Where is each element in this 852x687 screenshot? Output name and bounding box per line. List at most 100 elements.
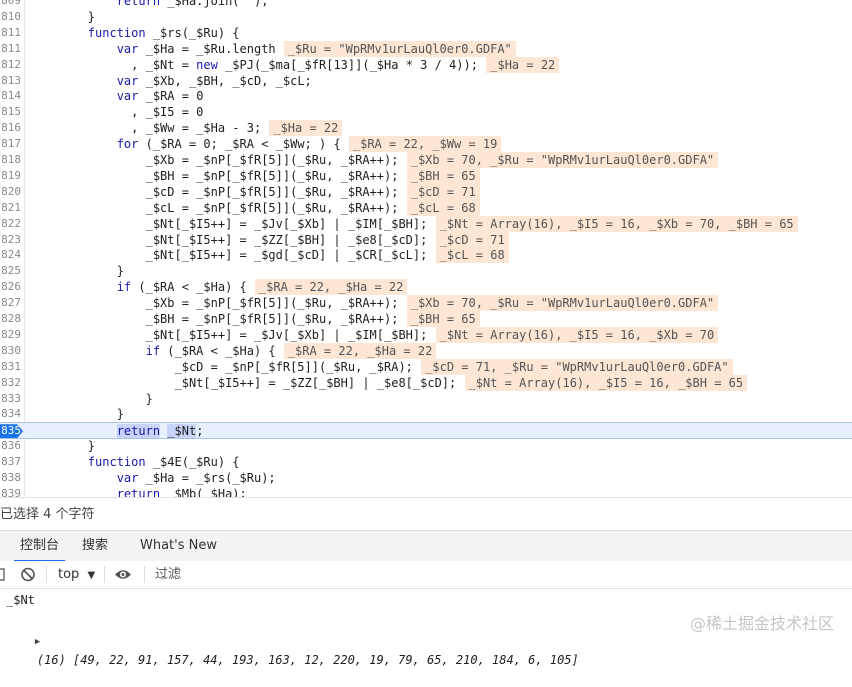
line-number[interactable]: 811 — [0, 25, 21, 41]
line-number[interactable]: 834 — [0, 406, 21, 422]
code-text: for (_$RA = 0; _$RA < _$Ww; ) { — [116, 137, 341, 152]
line-number[interactable]: 813 — [0, 73, 21, 89]
line-number[interactable]: 811 — [0, 41, 21, 57]
inline-value-annotation: _$BH = 65 — [406, 167, 480, 184]
code-line[interactable]: 817 for (_$RA = 0; _$RA < _$Ww; ) { _$RA … — [0, 136, 852, 153]
code-line[interactable]: 809 return _$Ha.join(""); — [0, 0, 852, 9]
code-line[interactable]: 810 } — [0, 9, 852, 25]
code-text: _$cD = _$nP[_$fR[5]](_$Ru, _$RA++); — [30, 184, 399, 199]
code-text: return _$Mb(_$Ha); — [116, 486, 247, 497]
code-line[interactable]: 820 _$cD = _$nP[_$fR[5]](_$Ru, _$RA++); _… — [0, 183, 852, 200]
line-number[interactable]: 829 — [0, 327, 21, 343]
code-line[interactable]: 838 var _$Ha = _$rs(_$Ru); — [0, 470, 852, 486]
code-text: } — [30, 391, 153, 406]
inline-value-annotation: _$Nt = Array(16), _$I5 = 16, _$Xb = 70 — [435, 326, 719, 343]
code-text: _$BH = _$nP[_$fR[5]](_$Ru, _$RA++); — [30, 312, 399, 326]
inline-value-annotation: _$RA = 22, _$Ww = 19 — [348, 136, 502, 153]
line-number[interactable]: 832 — [0, 375, 21, 391]
code-line[interactable]: 839 return _$Mb(_$Ha); — [0, 486, 852, 497]
code-line[interactable]: 811 function _$rs(_$Ru) { — [0, 25, 852, 41]
watermark: @稀土掘金技术社区 — [689, 614, 834, 633]
source-editor[interactable]: 809 return _$Ha.join(""); 810 } 811 functi… — [0, 0, 852, 497]
eye-icon[interactable] — [114, 561, 134, 588]
line-number[interactable]: 836 — [0, 438, 21, 454]
line-number[interactable]: 826 — [0, 279, 21, 295]
code-line[interactable]: 830 if (_$RA < _$Ha) { _$RA = 22, _$Ha = … — [0, 342, 852, 359]
console-input-echo: _$Nt — [6, 593, 35, 607]
code-line[interactable]: 823 _$Nt[_$I5++] = _$ZZ[_$BH] | _$e8[_$c… — [0, 231, 852, 248]
code-text: var _$Ha = _$Ru.length — [116, 41, 276, 56]
line-number[interactable]: 825 — [0, 263, 21, 279]
code-text: , _$I5 = 0 — [30, 105, 204, 120]
tab-whats-new[interactable]: What's New — [140, 531, 217, 561]
console-output-value: (16) [49, 22, 91, 157, 44, 193, 163, 12,… — [36, 653, 579, 667]
line-number[interactable]: 827 — [0, 295, 21, 311]
line-number[interactable]: 809 — [0, 0, 21, 9]
line-number[interactable]: 816 — [0, 120, 21, 136]
code-line[interactable]: 836 } — [0, 438, 852, 454]
code-line[interactable]: 837 function _$4E(_$Ru) { — [0, 454, 852, 470]
code-line[interactable]: 829 _$Nt[_$I5++] = _$Jv[_$Xb] | _$IM[_$B… — [0, 326, 852, 343]
code-text: _$Xb = _$nP[_$fR[5]](_$Ru, _$RA++); — [30, 296, 399, 311]
line-number[interactable]: 821 — [0, 200, 21, 216]
tab-console[interactable]: 控制台 — [13, 531, 66, 562]
line-number[interactable]: 815 — [0, 104, 21, 120]
line-number[interactable]: 833 — [0, 391, 21, 407]
code-line[interactable]: 831 _$cD = _$nP[_$fR[5]](_$Ru, _$RA); _$c… — [0, 358, 852, 375]
sidebar-toggle-icon[interactable] — [0, 561, 6, 588]
code-text: } — [30, 9, 96, 24]
code-line[interactable]: 819 _$BH = _$nP[_$fR[5]](_$Ru, _$RA++); _… — [0, 167, 852, 184]
inline-value-annotation: _$RA = 22, _$Ha = 22 — [283, 342, 437, 359]
clear-console-icon[interactable] — [20, 561, 38, 588]
line-number[interactable]: 839 — [0, 486, 21, 497]
inline-value-annotation: _$cL = 68 — [406, 199, 480, 216]
line-number[interactable]: 817 — [0, 136, 21, 152]
code-line[interactable]: 814 var _$RA = 0 — [0, 88, 852, 104]
code-text: _$Nt[_$I5++] = _$Jv[_$Xb] | _$IM[_$BH]; — [30, 216, 428, 231]
code-text: _$cL = _$nP[_$fR[5]](_$Ru, _$RA++); — [30, 200, 399, 215]
code-line[interactable]: 825 } — [0, 263, 852, 279]
line-number[interactable]: 812 — [0, 57, 21, 73]
line-number[interactable]: 818 — [0, 152, 21, 168]
code-text: _$BH = _$nP[_$fR[5]](_$Ru, _$RA++); — [30, 168, 399, 183]
line-number[interactable]: 828 — [0, 311, 21, 327]
current-line[interactable]: 835 return _$Nt; — [0, 422, 852, 440]
line-number[interactable]: 819 — [0, 168, 21, 184]
line-number[interactable]: 830 — [0, 343, 21, 359]
code-line[interactable]: 818 _$Xb = _$nP[_$fR[5]](_$Ru, _$RA++); _… — [0, 152, 852, 168]
code-line[interactable]: 828 _$BH = _$nP[_$fR[5]](_$Ru, _$RA++); _… — [0, 311, 852, 327]
code-line[interactable]: 822 _$Nt[_$I5++] = _$Jv[_$Xb] | _$IM[_$B… — [0, 215, 852, 232]
line-number[interactable]: 810 — [0, 9, 21, 25]
context-selector[interactable]: top ▼ — [58, 561, 95, 588]
code-line[interactable]: 824 _$Nt[_$I5++] = _$gd[_$cD] | _$CR[_$c… — [0, 247, 852, 264]
line-number[interactable]: 835 — [0, 423, 21, 439]
code-line[interactable]: 816 , _$Ww = _$Ha - 3; _$Ha = 22 — [0, 120, 852, 137]
inline-value-annotation: _$Ha = 22 — [269, 120, 343, 137]
code-line[interactable]: 832 _$Nt[_$I5++] = _$ZZ[_$BH] | _$e8[_$c… — [0, 374, 852, 391]
code-line[interactable]: 827 _$Xb = _$nP[_$fR[5]](_$Ru, _$RA++); _… — [0, 295, 852, 312]
inline-value-annotation: _$Xb = 70, _$Ru = "WpRMv1urLauQl0er0.GDF… — [406, 295, 719, 312]
code-line[interactable]: 812 , _$Nt = new _$PJ(_$ma[_$fR[13]](_$H… — [0, 56, 852, 73]
code-line[interactable]: 811 var _$Ha = _$Ru.length _$Ru = "WpRMv1… — [0, 40, 852, 57]
code-line[interactable]: 834 } — [0, 406, 852, 422]
line-number[interactable]: 824 — [0, 247, 21, 263]
code-line[interactable]: 833 } — [0, 391, 852, 407]
inline-value-annotation: _$Nt = Array(16), _$I5 = 16, _$Xb = 70, … — [435, 215, 798, 232]
code-line[interactable]: 821 _$cL = _$nP[_$fR[5]](_$Ru, _$RA++); _… — [0, 199, 852, 216]
code-text: function _$rs(_$Ru) { — [87, 25, 240, 40]
code-line[interactable]: 826 if (_$RA < _$Ha) {_$RA = 22, _$Ha = … — [0, 279, 852, 296]
expand-arrow-icon[interactable]: ▶ — [35, 637, 40, 647]
code-text: function _$4E(_$Ru) { — [87, 455, 240, 470]
filter-input[interactable]: 过滤 — [155, 561, 181, 588]
line-number[interactable]: 837 — [0, 454, 21, 470]
line-number[interactable]: 831 — [0, 359, 21, 375]
tab-search[interactable]: 搜索 — [82, 531, 108, 561]
line-number[interactable]: 838 — [0, 470, 21, 486]
code-line[interactable]: 815 , _$I5 = 0 — [0, 104, 852, 120]
line-number[interactable]: 823 — [0, 232, 21, 248]
line-number[interactable]: 822 — [0, 216, 21, 232]
code-text: if (_$RA < _$Ha) { — [145, 343, 276, 358]
code-line[interactable]: 813 var _$Xb, _$BH, _$cD, _$cL; — [0, 73, 852, 89]
line-number[interactable]: 820 — [0, 184, 21, 200]
line-number[interactable]: 814 — [0, 88, 21, 104]
